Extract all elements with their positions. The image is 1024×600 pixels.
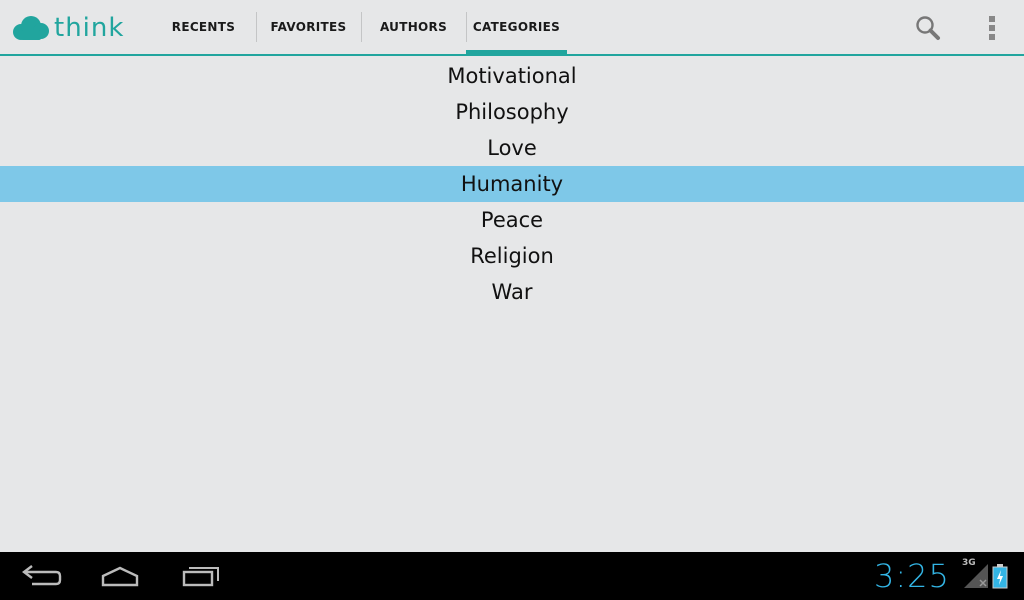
category-label: Peace xyxy=(480,208,544,232)
tab-label: CATEGORIES xyxy=(472,20,561,34)
category-item-peace[interactable]: Peace xyxy=(0,202,1024,238)
tab-bar: RECENTS FAVORITES AUTHORS CATEGORIES xyxy=(151,0,571,54)
tab-categories[interactable]: CATEGORIES xyxy=(466,0,571,54)
tab-label: FAVORITES xyxy=(270,20,347,34)
overflow-menu-button[interactable] xyxy=(978,12,1006,44)
category-item-war[interactable]: War xyxy=(0,274,1024,310)
signal-strength-icon[interactable] xyxy=(962,562,990,590)
overflow-menu-icon xyxy=(989,16,995,40)
tab-authors[interactable]: AUTHORS xyxy=(361,0,466,54)
category-label: Philosophy xyxy=(455,100,569,124)
tab-recents[interactable]: RECENTS xyxy=(151,0,256,54)
action-bar: think RECENTS FAVORITES AUTHORS CATEGORI… xyxy=(0,0,1024,56)
category-item-motivational[interactable]: Motivational xyxy=(0,58,1024,94)
category-label: Humanity xyxy=(460,172,564,196)
status-clock[interactable]: 3:25 xyxy=(874,556,950,596)
app-window: think RECENTS FAVORITES AUTHORS CATEGORI… xyxy=(0,0,1024,600)
tab-label: RECENTS xyxy=(171,20,236,34)
app-logo-text: think xyxy=(54,13,125,43)
back-button[interactable] xyxy=(16,560,64,592)
category-label: War xyxy=(491,280,533,304)
category-label: Motivational xyxy=(447,64,577,88)
category-item-humanity[interactable]: Humanity xyxy=(0,166,1024,202)
battery-charging-icon[interactable] xyxy=(992,562,1008,590)
recent-apps-icon xyxy=(182,567,219,587)
tab-favorites[interactable]: FAVORITES xyxy=(256,0,361,54)
category-label: Religion xyxy=(470,244,554,268)
home-button[interactable] xyxy=(96,560,144,592)
category-label: Love xyxy=(487,136,537,160)
category-item-philosophy[interactable]: Philosophy xyxy=(0,94,1024,130)
category-list: Motivational Philosophy Love Humanity Pe… xyxy=(0,56,1024,310)
category-item-religion[interactable]: Religion xyxy=(0,238,1024,274)
app-logo[interactable]: think xyxy=(12,12,124,44)
category-item-love[interactable]: Love xyxy=(0,130,1024,166)
search-button[interactable] xyxy=(912,12,944,44)
home-icon xyxy=(101,566,139,587)
cloud-icon xyxy=(13,16,49,40)
recent-apps-button[interactable] xyxy=(176,560,224,592)
search-icon xyxy=(916,16,940,40)
back-icon xyxy=(22,565,62,586)
tab-label: AUTHORS xyxy=(379,20,448,34)
system-navigation-bar: 3:25 3G xyxy=(0,552,1024,600)
